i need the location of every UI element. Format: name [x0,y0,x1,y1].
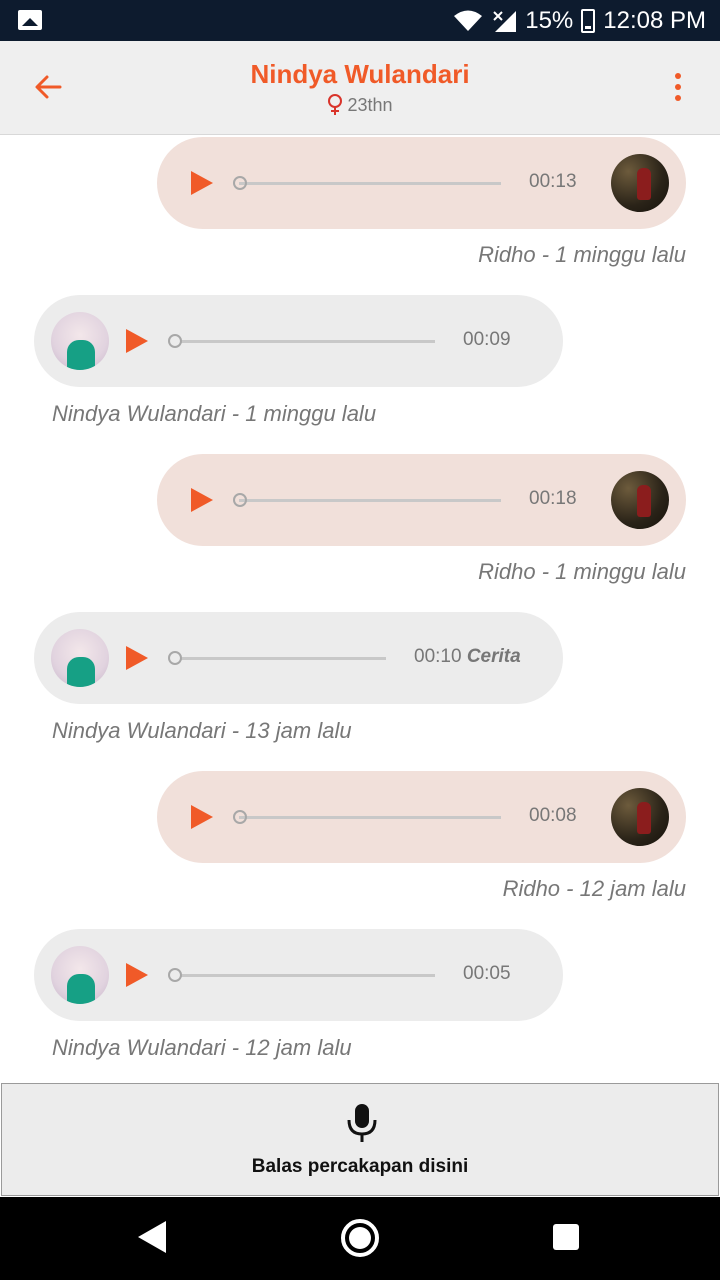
play-icon[interactable] [126,329,148,353]
nav-back-icon[interactable] [138,1221,166,1253]
message-meta: Ridho - 1 minggu lalu [478,559,686,584]
more-options-button[interactable] [660,63,696,111]
page-title: Nindya Wulandari [250,59,470,89]
audio-duration: 00:18 [529,488,577,509]
avatar [611,154,669,212]
play-icon[interactable] [126,963,148,987]
clock: 12:08 PM [603,6,706,34]
audio-progress-thumb[interactable] [233,810,247,824]
reply-voice-button[interactable]: Balas percakapan disini [1,1083,719,1196]
voice-message-bubble: 00:10 Cerita [34,612,563,704]
system-nav-bar [0,1197,720,1280]
wifi-icon [454,10,483,31]
message-meta: Ridho - 1 minggu lalu [478,242,686,267]
nav-home-icon[interactable] [341,1219,379,1257]
avatar [51,629,109,687]
signal-icon [493,10,517,32]
more-vertical-icon [675,73,681,101]
voice-message-bubble: 00:13 [157,137,686,229]
voice-message-bubble: 00:09 [34,295,563,387]
voice-message-bubble: 00:18 [157,454,686,546]
play-icon[interactable] [191,171,213,195]
audio-progress-track[interactable] [180,974,435,977]
audio-progress-track[interactable] [180,657,386,660]
back-button[interactable] [24,63,72,111]
header-subtitle: 23thn [160,94,560,116]
avatar [51,946,109,1004]
arrow-left-icon [35,75,62,99]
audio-progress-track[interactable] [239,182,501,185]
nav-recents-icon[interactable] [553,1224,579,1250]
audio-progress-track[interactable] [239,816,501,819]
audio-progress-thumb[interactable] [168,651,182,665]
audio-duration: 00:08 [529,805,577,826]
audio-duration: 00:05 [463,963,511,984]
message-meta: Nindya Wulandari - 13 jam lalu [52,718,352,743]
avatar [611,788,669,846]
battery-percent: 15% [525,6,574,34]
audio-progress-track[interactable] [180,340,435,343]
audio-progress-thumb[interactable] [233,176,247,190]
microphone-icon [347,1104,377,1142]
story-tag: Cerita [466,646,521,667]
audio-progress-thumb[interactable] [168,334,182,348]
play-icon[interactable] [191,805,213,829]
chat-list[interactable]: 00:13 Ridho - 1 minggu lalu 00:09 Nindya… [0,136,720,1082]
app-bar: Nindya Wulandari 23thn [0,41,720,135]
battery-icon [581,8,596,33]
audio-duration: 00:09 [463,329,511,350]
voice-message-bubble: 00:08 [157,771,686,863]
avatar [51,312,109,370]
audio-duration: 00:13 [529,171,577,192]
message-meta: Ridho - 12 jam lalu [502,876,686,901]
age-label: 23thn [347,94,393,115]
header-title-block: Nindya Wulandari 23thn [160,59,560,116]
reply-label: Balas percakapan disini [251,1156,469,1177]
audio-progress-thumb[interactable] [168,968,182,982]
audio-progress-track[interactable] [239,499,501,502]
image-notification-icon [18,10,42,30]
message-meta: Nindya Wulandari - 1 minggu lalu [52,401,377,426]
status-bar: 15% 12:08 PM [0,0,720,41]
female-icon [328,94,343,115]
play-icon[interactable] [126,646,148,670]
audio-duration: 00:10 Cerita [414,646,521,667]
message-meta: Nindya Wulandari - 12 jam lalu [52,1035,352,1060]
audio-progress-thumb[interactable] [233,493,247,507]
avatar [611,471,669,529]
voice-message-bubble: 00:05 [34,929,563,1021]
play-icon[interactable] [191,488,213,512]
